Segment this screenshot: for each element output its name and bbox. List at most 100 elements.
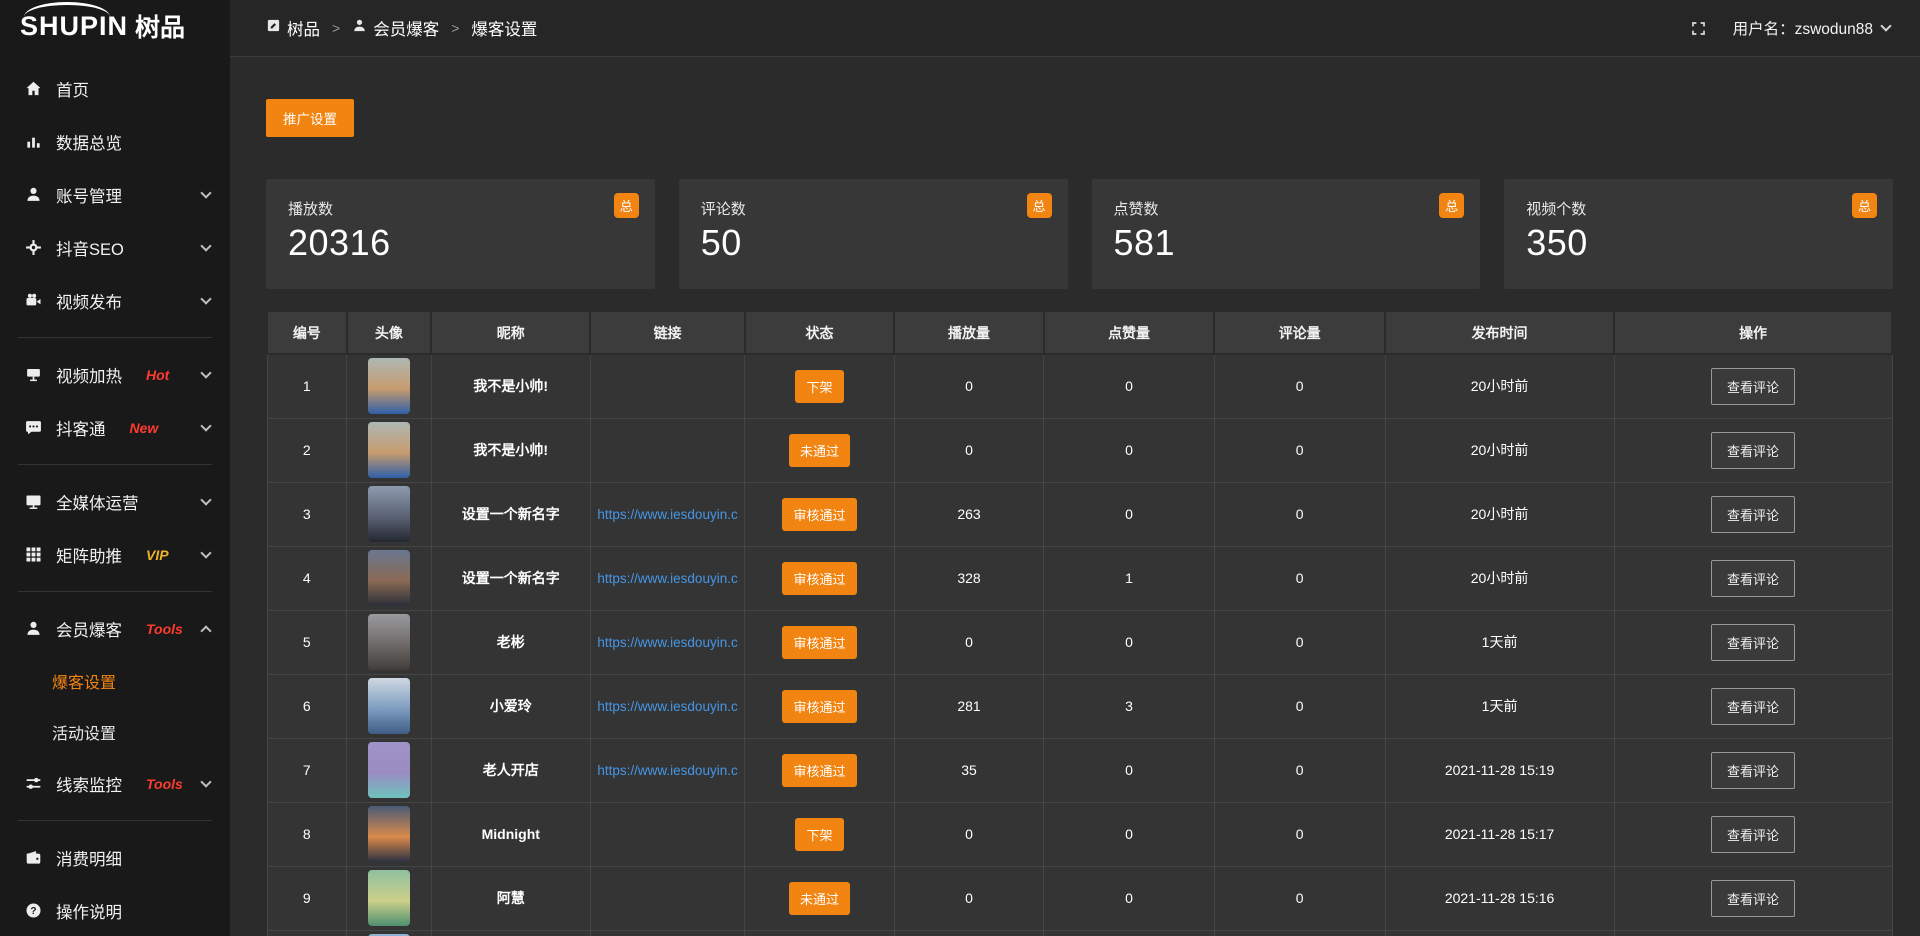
cell-likes xyxy=(1044,930,1215,936)
stat-value: 350 xyxy=(1526,222,1871,264)
data-table-wrapper: 编号头像昵称链接状态播放量点赞量评论量发布时间操作 1我不是小帅!下架00020… xyxy=(266,310,1893,936)
view-comments-button[interactable]: 查看评论 xyxy=(1711,432,1795,469)
video-link[interactable]: https://www.iesdouyin.c xyxy=(591,763,744,778)
sidebar-item-首页[interactable]: 首页 xyxy=(0,62,230,115)
cell-publish-time: 20小时前 xyxy=(1385,546,1614,610)
status-badge: 审核通过 xyxy=(782,754,856,787)
sidebar-item-badge: Tools xyxy=(146,621,183,637)
cell-action: 查看评论 xyxy=(1614,738,1892,802)
cell-likes: 0 xyxy=(1044,610,1215,674)
svg-text:?: ? xyxy=(30,906,36,917)
cell-publish-time: 2021-11-28 15:19 xyxy=(1385,738,1614,802)
view-comments-button[interactable]: 查看评论 xyxy=(1711,560,1795,597)
sidebar-item-矩阵助推[interactable]: 矩阵助推VIP xyxy=(0,528,230,581)
cell-comments: 0 xyxy=(1214,674,1385,738)
nickname-text: Midnight xyxy=(482,826,540,842)
stat-label: 视频个数 xyxy=(1526,198,1871,219)
nickname-text: 老人开店 xyxy=(483,762,539,778)
stat-value: 581 xyxy=(1114,222,1459,264)
user-icon xyxy=(352,18,367,38)
breadcrumb-item-shupin[interactable]: 树品 xyxy=(266,16,320,40)
grid-icon xyxy=(24,546,42,564)
cell-avatar xyxy=(347,738,432,802)
cell-likes: 0 xyxy=(1044,354,1215,418)
sidebar-item-操作说明[interactable]: ?操作说明 xyxy=(0,884,230,936)
sidebar-item-抖音SEO[interactable]: 抖音SEO xyxy=(0,221,230,274)
sidebar-item-视频发布[interactable]: 视频发布 xyxy=(0,274,230,327)
status-badge: 审核通过 xyxy=(782,690,856,723)
cell-comments: 0 xyxy=(1214,354,1385,418)
sidebar-item-消费明细[interactable]: 消费明细 xyxy=(0,831,230,884)
table-row: 3设置一个新名字https://www.iesdouyin.c审核通过26300… xyxy=(267,482,1892,546)
view-comments-button[interactable]: 查看评论 xyxy=(1711,496,1795,533)
column-header: 点赞量 xyxy=(1044,311,1215,354)
cell-comments: 0 xyxy=(1214,418,1385,482)
view-comments-button[interactable]: 查看评论 xyxy=(1711,688,1795,725)
sidebar-item-数据总览[interactable]: 数据总览 xyxy=(0,115,230,168)
video-link[interactable]: https://www.iesdouyin.c xyxy=(591,699,744,714)
sidebar-item-视频加热[interactable]: 视频加热Hot xyxy=(0,348,230,401)
view-comments-button[interactable]: 查看评论 xyxy=(1711,624,1795,661)
cell-nickname xyxy=(431,930,590,936)
cell-avatar xyxy=(347,354,432,418)
chevron-down-icon xyxy=(200,187,211,198)
app-logo[interactable]: SHUPIN 树品 xyxy=(0,0,230,52)
status-badge: 审核通过 xyxy=(782,498,856,531)
cell-action: 查看评论 xyxy=(1614,418,1892,482)
breadcrumb-separator: > xyxy=(332,20,340,36)
avatar xyxy=(368,806,410,862)
sidebar-item-账号管理[interactable]: 账号管理 xyxy=(0,168,230,221)
nickname-text: 设置一个新名字 xyxy=(462,506,560,522)
sidebar-item-抖客通[interactable]: 抖客通New xyxy=(0,401,230,454)
cell-plays: 0 xyxy=(894,802,1044,866)
sidebar-item-全媒体运营[interactable]: 全媒体运营 xyxy=(0,475,230,528)
sidebar-item-线索监控[interactable]: 线索监控Tools xyxy=(0,757,230,810)
cell-likes: 1 xyxy=(1044,546,1215,610)
gear-icon xyxy=(24,239,42,257)
video-link[interactable]: https://www.iesdouyin.c xyxy=(591,635,744,650)
cell-link: https://www.iesdouyin.c xyxy=(590,546,744,610)
video-link[interactable]: https://www.iesdouyin.c xyxy=(591,507,744,522)
member-icon xyxy=(24,620,42,638)
sidebar-divider xyxy=(18,820,212,821)
cell-link: https://www.iesdouyin.c xyxy=(590,610,744,674)
breadcrumb-separator: > xyxy=(451,20,459,36)
sidebar-item-label: 线索监控 xyxy=(56,772,122,796)
nickname-text: 我不是小帅! xyxy=(473,378,548,394)
cell-nickname: 老人开店 xyxy=(431,738,590,802)
stat-cards: 播放数 20316 总 评论数 50 总 点赞数 581 总 视频个数 350 … xyxy=(266,179,1893,289)
cell-action: 查看评论 xyxy=(1614,546,1892,610)
sidebar: SHUPIN 树品 首页数据总览账号管理抖音SEO视频发布视频加热Hot抖客通N… xyxy=(0,0,230,936)
video-link[interactable]: https://www.iesdouyin.c xyxy=(591,571,744,586)
chevron-up-icon xyxy=(200,625,211,636)
wallet-icon xyxy=(24,849,42,867)
view-comments-button[interactable]: 查看评论 xyxy=(1711,752,1795,789)
sidebar-subitem-爆客设置[interactable]: 爆客设置 xyxy=(0,655,230,706)
projector-icon xyxy=(24,366,42,384)
chevron-down-icon xyxy=(200,367,211,378)
breadcrumb-item-current[interactable]: 爆客设置 xyxy=(471,16,537,40)
view-comments-button[interactable]: 查看评论 xyxy=(1711,368,1795,405)
cell-plays: 0 xyxy=(894,610,1044,674)
cell-status: 审核通过 xyxy=(745,738,895,802)
breadcrumb-item-member[interactable]: 会员爆客 xyxy=(352,16,439,40)
sidebar-item-会员爆客[interactable]: 会员爆客Tools xyxy=(0,602,230,655)
sidebar-item-label: 消费明细 xyxy=(56,846,122,870)
user-menu[interactable]: 用户名：zswodun88 xyxy=(1733,17,1890,39)
sidebar-subitem-活动设置[interactable]: 活动设置 xyxy=(0,706,230,757)
table-header: 编号头像昵称链接状态播放量点赞量评论量发布时间操作 xyxy=(267,311,1892,354)
username-label: 用户名：zswodun88 xyxy=(1733,17,1873,39)
table-row: 4设置一个新名字https://www.iesdouyin.c审核通过32810… xyxy=(267,546,1892,610)
data-table: 编号头像昵称链接状态播放量点赞量评论量发布时间操作 1我不是小帅!下架00020… xyxy=(266,310,1893,936)
status-badge: 下架 xyxy=(795,370,843,403)
view-comments-button[interactable]: 查看评论 xyxy=(1711,816,1795,853)
promo-settings-button[interactable]: 推广设置 xyxy=(266,99,354,137)
view-comments-button[interactable]: 查看评论 xyxy=(1711,880,1795,917)
home-icon xyxy=(24,80,42,98)
cell-nickname: 小爱玲 xyxy=(431,674,590,738)
monitor-icon xyxy=(24,493,42,511)
sidebar-item-badge: VIP xyxy=(146,547,169,563)
stat-label: 点赞数 xyxy=(1114,198,1459,219)
fullscreen-icon[interactable] xyxy=(1690,20,1707,37)
table-row: 6小爱玲https://www.iesdouyin.c审核通过281301天前查… xyxy=(267,674,1892,738)
